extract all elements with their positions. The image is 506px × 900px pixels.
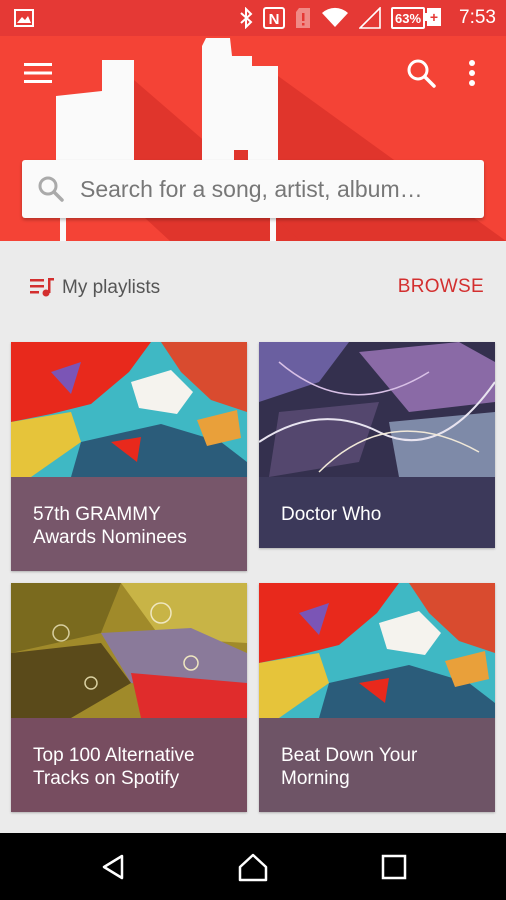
wifi-icon — [321, 7, 348, 27]
back-icon[interactable] — [98, 851, 130, 883]
battery-indicator: 63% + — [390, 7, 442, 29]
system-nav-bar — [0, 833, 506, 900]
home-icon[interactable] — [237, 851, 269, 883]
my-playlists-label: My playlists — [62, 277, 161, 298]
playlist-title: Doctor Who — [281, 504, 382, 525]
playlist-card-doctor-who[interactable]: Doctor Who — [259, 342, 495, 548]
playlist-artwork — [259, 583, 495, 718]
playlist-card-top-100-alternative[interactable]: Top 100 Alternative Tracks on Spotify — [11, 583, 247, 812]
search-icon[interactable] — [404, 56, 438, 90]
search-bar[interactable] — [22, 160, 484, 218]
playlist-caption: Doctor Who — [259, 477, 495, 548]
playlist-artwork — [11, 342, 247, 477]
browse-button[interactable]: BROWSE — [398, 276, 484, 298]
playlist-icon — [30, 278, 54, 297]
nfc-icon: N — [262, 7, 285, 29]
playlist-artwork — [11, 583, 247, 718]
playlist-title: Top 100 Alternative Tracks on Spotify — [33, 745, 195, 789]
playlist-card-grammy[interactable]: 57th GRAMMY Awards Nominees — [11, 342, 247, 571]
search-field-icon — [38, 176, 64, 202]
svg-text:N: N — [269, 11, 280, 28]
search-input[interactable] — [78, 174, 462, 204]
playlist-caption: Top 100 Alternative Tracks on Spotify — [11, 718, 247, 812]
image-icon — [14, 9, 34, 27]
playlist-card-beat-down-your-morning[interactable]: Beat Down Your Morning — [259, 583, 495, 812]
app-header — [0, 36, 506, 241]
more-vert-icon[interactable] — [460, 56, 484, 90]
clock: 7:53 — [459, 7, 496, 28]
recents-icon[interactable] — [378, 851, 410, 883]
status-bar: N 63% + 7:53 — [0, 0, 506, 36]
playlist-title: Beat Down Your Morning — [281, 745, 418, 789]
playlists-section-header: My playlists BROWSE — [0, 266, 506, 310]
menu-icon[interactable] — [22, 60, 54, 86]
playlist-caption: 57th GRAMMY Awards Nominees — [11, 477, 247, 571]
bluetooth-icon — [240, 7, 253, 29]
playlist-title: 57th GRAMMY Awards Nominees — [33, 504, 187, 548]
playlist-caption: Beat Down Your Morning — [259, 718, 495, 812]
cell-signal-icon — [358, 7, 381, 29]
playlist-artwork — [259, 342, 495, 477]
battery-percent: 63% — [394, 10, 422, 26]
charging-icon: + — [427, 8, 442, 26]
sim-alert-icon — [295, 8, 310, 28]
